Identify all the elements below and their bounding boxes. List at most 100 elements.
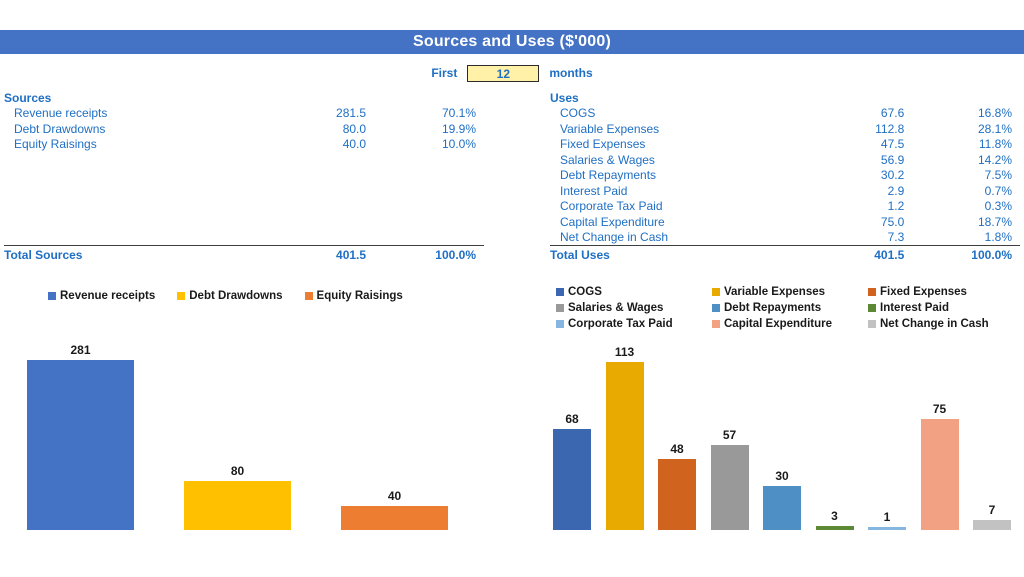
bar[interactable]: [341, 505, 448, 530]
bar[interactable]: [710, 445, 749, 530]
legend-swatch-icon: [712, 288, 720, 296]
bar-group[interactable]: 3: [815, 508, 854, 530]
row-label: Revenue receipts: [14, 106, 108, 121]
row-value: 7.3: [887, 230, 905, 245]
bar-group[interactable]: 281: [27, 342, 134, 530]
row-value: 75.0: [880, 214, 905, 229]
row-label: Net Change in Cash: [560, 230, 669, 245]
bar-value-label: 113: [614, 345, 635, 360]
bar-group[interactable]: 113: [605, 345, 644, 530]
uses-bar-chart: 68 113 48 57 30 3 1 75 7: [540, 330, 1024, 560]
row-label: Debt Drawdowns: [14, 121, 106, 136]
legend-swatch-icon: [556, 320, 564, 328]
row-percent: 11.8%: [978, 137, 1012, 152]
table-row: Net Change in Cash 7.3 1.8%: [550, 230, 1020, 246]
row-label: Interest Paid: [560, 183, 628, 198]
row-value: 2.9: [887, 183, 905, 198]
bar-value-label: 1: [883, 510, 891, 524]
bar[interactable]: [605, 362, 644, 530]
bar-group[interactable]: 30: [763, 468, 801, 530]
row-value: 281.5: [336, 106, 367, 121]
total-percent: 100.0%: [374, 245, 484, 263]
legend-swatch-icon: [868, 320, 876, 328]
legend-item-fixed-expenses[interactable]: Fixed Expenses: [868, 286, 1024, 298]
legend-item-salaries-wages[interactable]: Salaries & Wages: [556, 302, 712, 314]
table-row: Fixed Expenses 47.5 11.8%: [550, 137, 1020, 153]
legend-row: Revenue receipts Debt Drawdowns Equity R…: [48, 288, 468, 304]
row-percent: 14.2%: [977, 152, 1012, 167]
row-label: Debt Repayments: [560, 168, 657, 183]
total-row: Total Sources 401.5 100.0%: [4, 245, 484, 263]
row-label: Variable Expenses: [560, 121, 660, 136]
period-suffix-label: months: [549, 66, 593, 80]
bar-group[interactable]: 1: [868, 511, 906, 530]
sources-bar-chart: 281 80 40: [0, 315, 500, 560]
legend-swatch-icon: [177, 292, 186, 300]
table-row: Corporate Tax Paid 1.2 0.3%: [550, 199, 1020, 215]
bar[interactable]: [920, 418, 959, 530]
row-value: 112.8: [875, 121, 905, 136]
bar-group[interactable]: 48: [658, 442, 696, 530]
table-row: Variable Expenses 112.8 28.1%: [550, 121, 1020, 137]
sources-section-title: Sources: [4, 90, 52, 105]
bar-group[interactable]: 75: [920, 402, 959, 530]
spacer-row: [4, 152, 484, 168]
total-row: Total Uses 401.5 100.0%: [550, 245, 1020, 263]
bar-group[interactable]: 80: [184, 465, 291, 530]
legend-label: COGS: [568, 286, 602, 298]
bar[interactable]: [815, 525, 854, 530]
legend-label: Interest Paid: [880, 302, 950, 314]
legend-label: Fixed Expenses: [880, 286, 967, 298]
legend-label: Salaries & Wages: [568, 302, 664, 314]
bar[interactable]: [184, 481, 291, 530]
legend-item-capital-expenditure[interactable]: Capital Expenditure: [712, 318, 868, 330]
bar[interactable]: [763, 485, 801, 530]
bar[interactable]: [868, 527, 906, 530]
period-months-input[interactable]: 12: [467, 64, 540, 82]
row-percent: 0.3%: [984, 199, 1012, 214]
table-row: COGS 67.6 16.8%: [550, 106, 1020, 122]
sources-table: Sources Revenue receipts 281.5 70.1% Deb…: [4, 90, 484, 263]
spacer-row: [4, 183, 484, 199]
bar-value-label: 281: [70, 342, 91, 357]
legend-item-equity-raisings[interactable]: Equity Raisings: [304, 290, 403, 302]
legend-swatch-icon: [304, 292, 313, 300]
bar-group[interactable]: 7: [973, 503, 1011, 530]
row-label: COGS: [560, 106, 596, 121]
legend-label: Net Change in Cash: [880, 318, 989, 330]
bar-group[interactable]: 68: [553, 413, 591, 530]
legend-item-corporate-tax-paid[interactable]: Corporate Tax Paid: [556, 318, 712, 330]
bar[interactable]: [658, 458, 696, 530]
legend-item-variable-expenses[interactable]: Variable Expenses: [712, 286, 868, 298]
bar-group[interactable]: 40: [341, 488, 448, 530]
bar-value-label: 3: [831, 508, 838, 523]
row-label: Equity Raisings: [14, 137, 97, 152]
legend-item-interest-paid[interactable]: Interest Paid: [868, 302, 1024, 314]
bar-value-label: 30: [775, 468, 789, 483]
legend-label: Equity Raisings: [316, 290, 403, 302]
legend-label: Corporate Tax Paid: [568, 318, 673, 330]
bar[interactable]: [553, 429, 591, 530]
table-row: Interest Paid 2.9 0.7%: [550, 183, 1020, 199]
row-percent: 0.7%: [984, 183, 1012, 198]
bar-value-label: 40: [387, 488, 402, 503]
legend-item-debt-repayments[interactable]: Debt Repayments: [712, 302, 868, 314]
spacer-row: [4, 168, 484, 184]
legend-item-debt-drawdowns[interactable]: Debt Drawdowns: [177, 290, 283, 302]
row-value: 67.6: [880, 106, 905, 121]
page-title-bar: Sources and Uses ($'000): [0, 30, 1024, 54]
spacer-row: [4, 199, 484, 215]
row-percent: 1.8%: [984, 230, 1012, 245]
legend-row: COGS Variable Expenses Fixed Expenses: [556, 284, 1024, 300]
total-label: Total Uses: [550, 245, 805, 263]
bar-group[interactable]: 57: [710, 429, 749, 530]
table-row: Debt Drawdowns 80.0 19.9%: [4, 121, 484, 137]
legend-item-net-change-in-cash[interactable]: Net Change in Cash: [868, 318, 1024, 330]
legend-item-revenue-receipts[interactable]: Revenue receipts: [48, 290, 155, 302]
bar[interactable]: [27, 359, 134, 530]
bar[interactable]: [973, 519, 1011, 530]
legend-item-cogs[interactable]: COGS: [556, 286, 712, 298]
legend-swatch-icon: [556, 304, 564, 312]
row-percent: 19.9%: [441, 121, 476, 136]
row-percent: 70.1%: [441, 106, 476, 121]
